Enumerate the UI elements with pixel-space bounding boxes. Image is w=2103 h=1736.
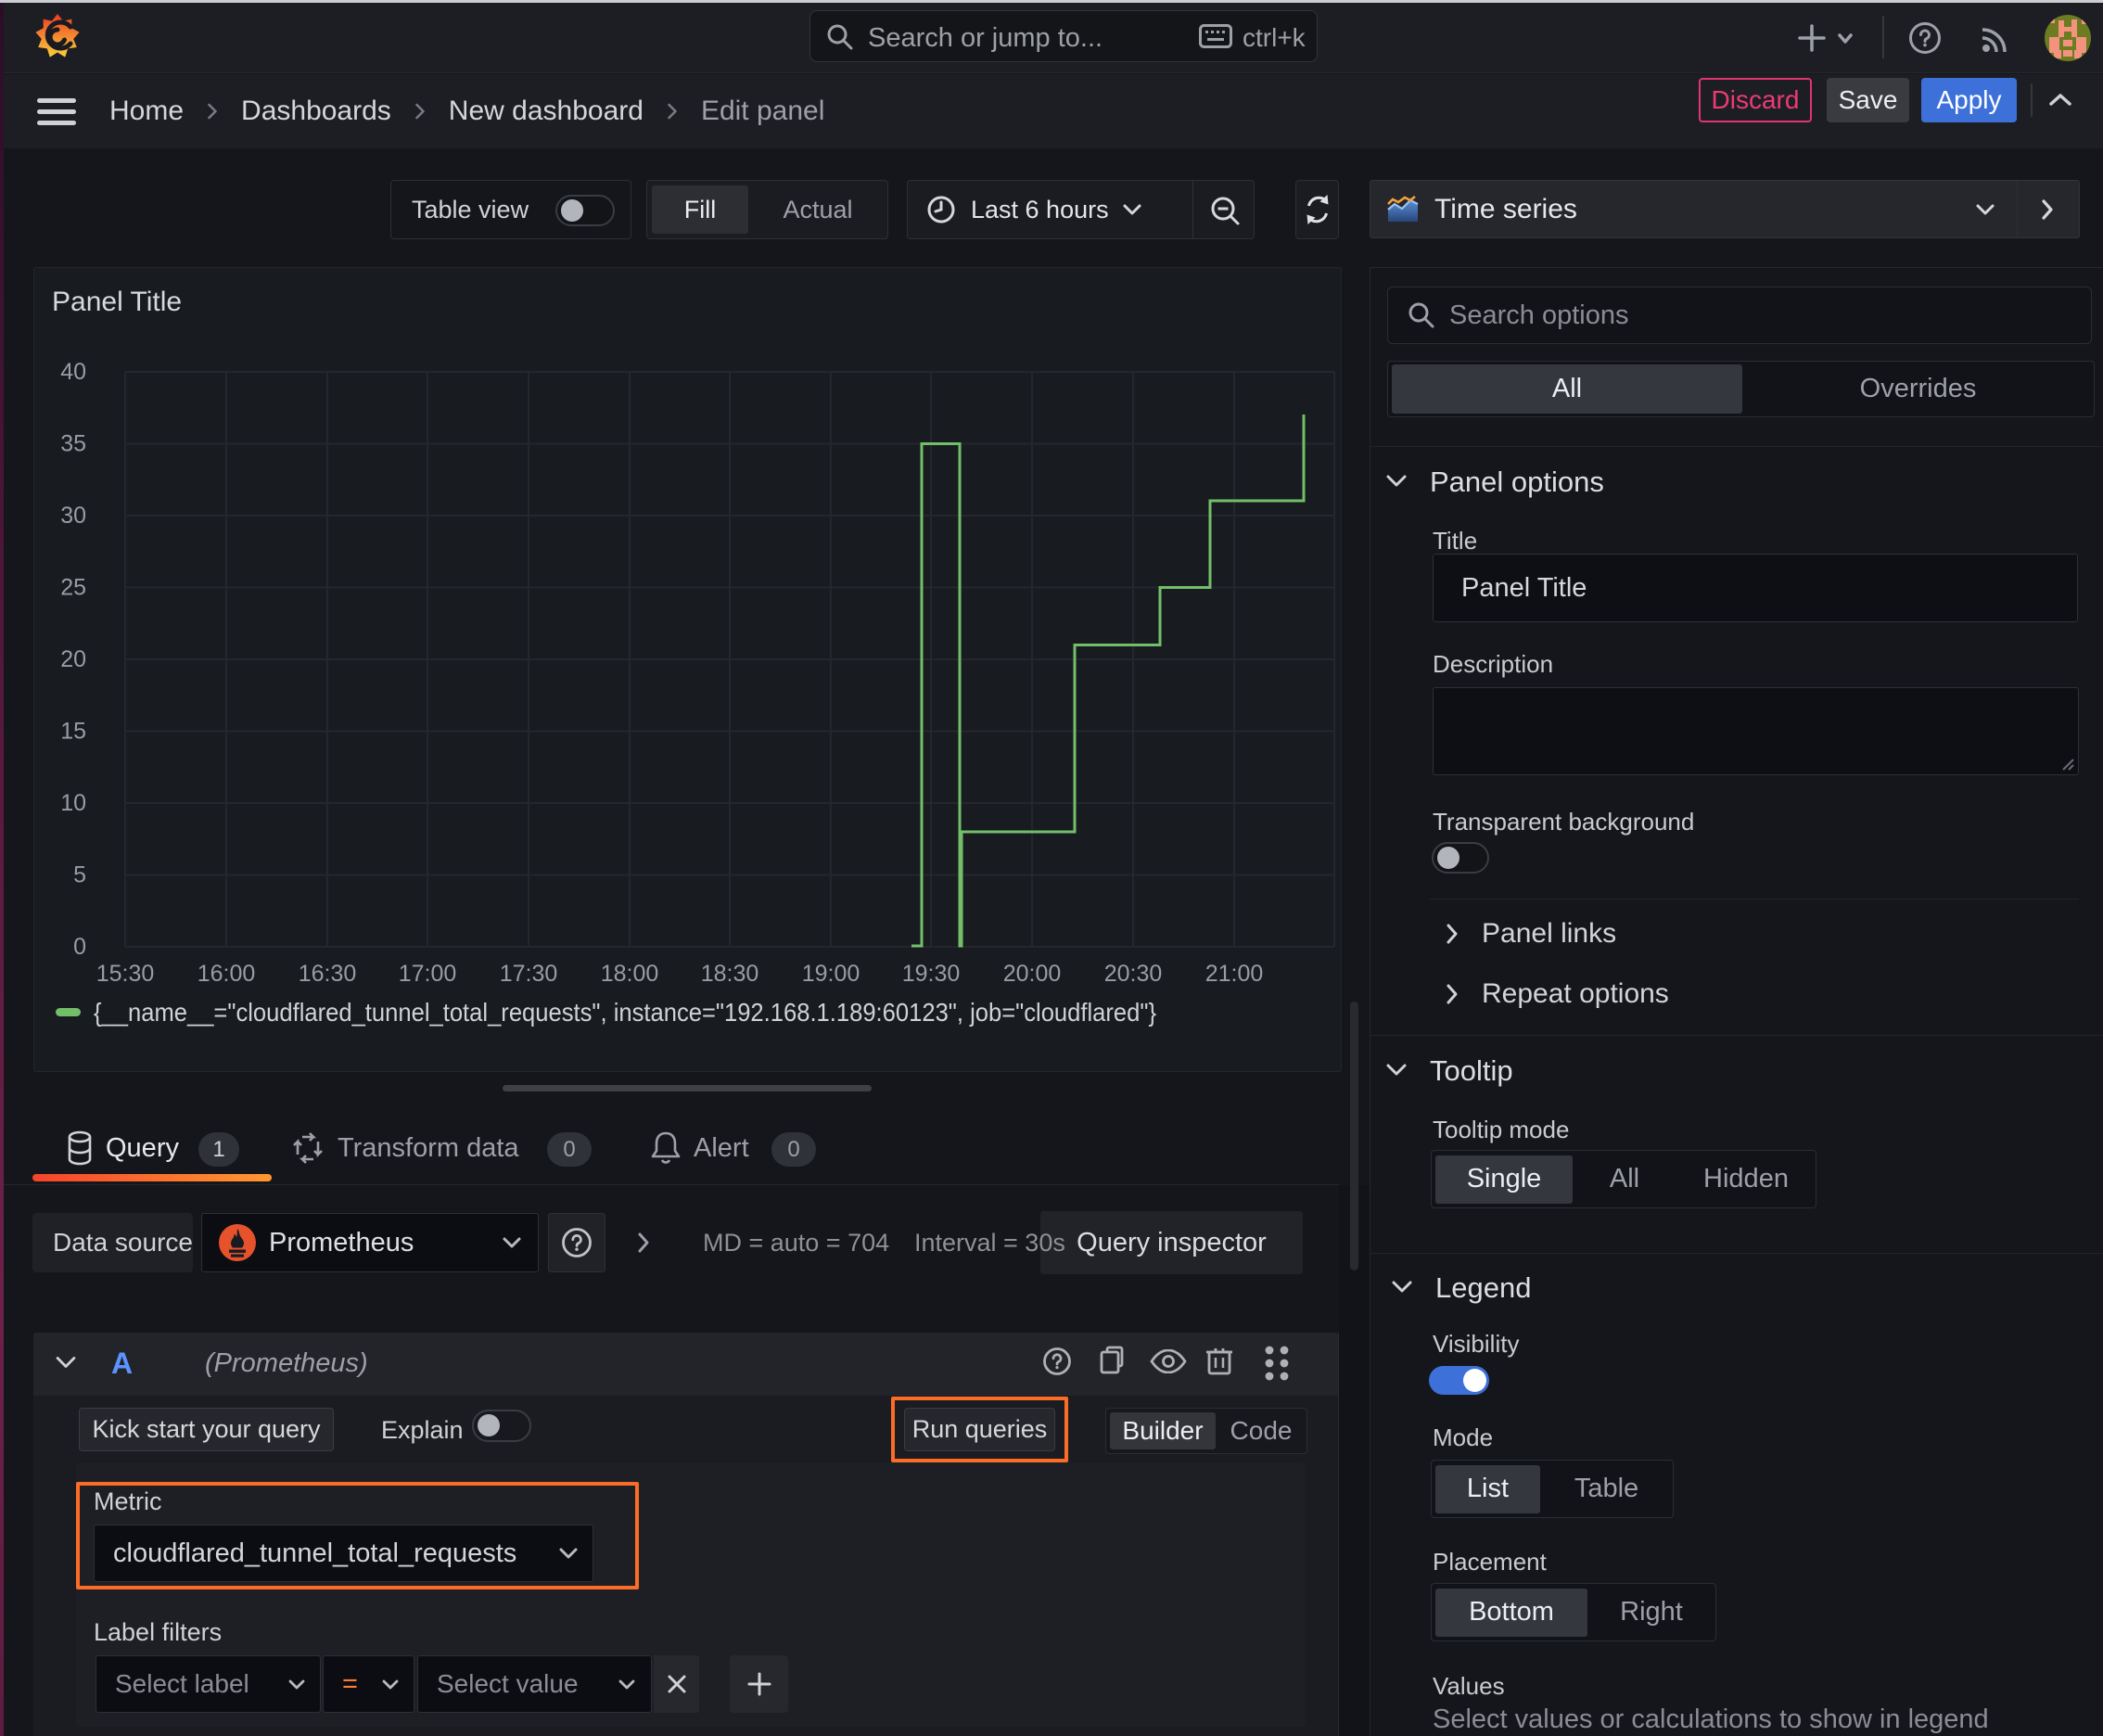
svg-text:18:30: 18:30 [701,961,759,987]
svg-text:{__name__="cloudflared_tunnel_: {__name__="cloudflared_tunnel_total_requ… [94,998,1156,1027]
svg-text:18:00: 18:00 [601,961,659,987]
svg-text:20: 20 [60,646,86,672]
svg-text:40: 40 [60,359,86,385]
svg-text:10: 10 [60,790,86,816]
svg-text:17:00: 17:00 [399,961,457,987]
svg-text:30: 30 [60,503,86,529]
svg-text:21:00: 21:00 [1205,961,1264,987]
svg-text:15: 15 [60,719,86,745]
svg-text:5: 5 [73,862,86,888]
svg-text:19:30: 19:30 [902,961,961,987]
svg-text:25: 25 [60,575,86,601]
svg-text:20:00: 20:00 [1003,961,1062,987]
svg-text:20:30: 20:30 [1104,961,1163,987]
svg-text:15:30: 15:30 [96,961,155,987]
svg-text:16:00: 16:00 [198,961,256,987]
svg-text:35: 35 [60,431,86,457]
svg-text:0: 0 [73,934,86,960]
svg-text:19:00: 19:00 [802,961,860,987]
svg-text:16:30: 16:30 [299,961,357,987]
svg-text:17:30: 17:30 [500,961,558,987]
